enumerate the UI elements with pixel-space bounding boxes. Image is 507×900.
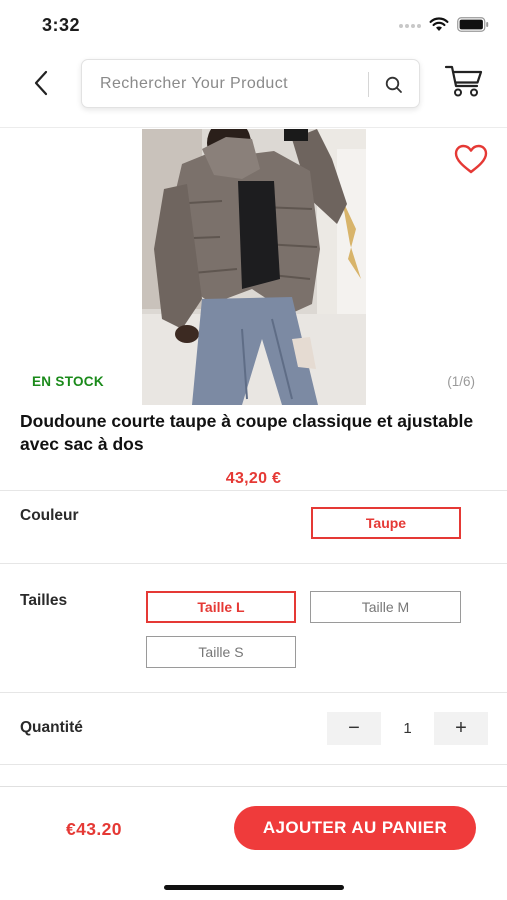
header [0,52,507,128]
divider [0,490,507,491]
divider [0,692,507,693]
divider [0,764,507,765]
back-button[interactable] [26,68,56,98]
image-counter: (1/6) [447,374,475,389]
color-label: Couleur [20,507,79,524]
color-option-taupe[interactable]: Taupe [311,507,461,539]
search-divider [368,72,369,97]
size-option-s[interactable]: Taille S [146,636,296,668]
divider [0,563,507,564]
search-box [81,59,420,108]
size-option-m[interactable]: Taille M [310,591,461,623]
signal-icon [399,24,421,28]
bottom-bar: €43.20 AJOUTER AU PANIER [0,786,507,900]
cart-icon [444,65,483,97]
search-icon [385,76,402,93]
heart-icon [454,144,488,174]
sizes-label: Tailles [20,592,68,609]
add-to-cart-button[interactable]: AJOUTER AU PANIER [234,806,476,850]
favorite-button[interactable] [453,143,489,175]
battery-icon [457,17,489,32]
home-indicator[interactable] [164,885,344,890]
product-title: Doudoune courte taupe à coupe classique … [20,411,474,454]
total-price: €43.20 [66,819,122,839]
quantity-label: Quantité [20,719,83,736]
product-image[interactable] [142,129,366,405]
size-option-l[interactable]: Taille L [146,591,296,623]
search-input[interactable] [100,72,370,96]
status-icons [399,17,489,32]
quantity-increase-button[interactable]: + [434,712,488,745]
status-time: 3:32 [42,15,81,35]
quantity-value: 1 [381,712,434,745]
product-price: 43,20 € [225,470,282,487]
quantity-decrease-button[interactable]: − [327,712,381,745]
stock-status: EN STOCK [32,374,104,389]
quantity-stepper: − 1 + [327,712,488,745]
status-bar: 3:32 [0,0,507,52]
cart-button[interactable] [444,64,484,98]
wifi-icon [429,17,449,31]
back-arrow-icon [34,70,48,96]
search-button[interactable] [381,72,407,98]
